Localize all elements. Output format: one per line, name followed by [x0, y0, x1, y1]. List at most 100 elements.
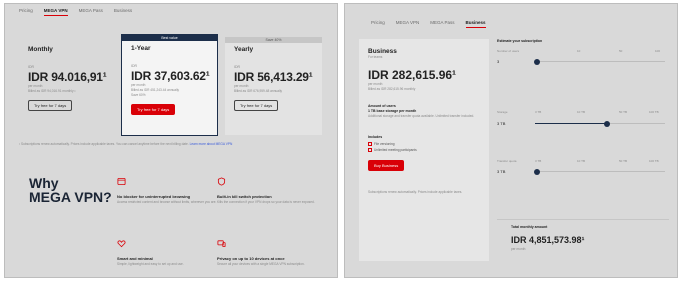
slider-tick: 10 TB	[577, 159, 585, 163]
buy-business-button[interactable]: Buy Business	[368, 160, 405, 171]
slider-value[interactable]: 3	[497, 59, 499, 64]
tab-mega-vpn[interactable]: MEGA VPN	[396, 20, 420, 28]
tab-business[interactable]: Business	[114, 8, 132, 16]
plan-subtitle: For teams	[368, 55, 383, 59]
slider-tick: 100 TB	[649, 110, 659, 114]
slider-value[interactable]: 3 TB	[497, 169, 505, 174]
feature-description: Secure all your devices with a single ME…	[217, 262, 305, 266]
slider-tick: 100	[655, 49, 661, 53]
total-price: IDR 4,851,573.98¹	[511, 235, 585, 245]
slider-handle[interactable]	[534, 58, 540, 65]
include-item: Unlimited meeting participants	[368, 148, 489, 152]
slider-value[interactable]: 3 TB	[497, 121, 505, 126]
pricing-footnote: ¹ Subscriptions renew automatically. Pri…	[19, 142, 319, 148]
feature-title: No blocker for uninterrupted browsing	[117, 194, 191, 199]
plan-card-yearly: Save 40% Yearly IDR IDR 56,413.29¹ per m…	[225, 37, 322, 135]
tab-pricing[interactable]: Pricing	[371, 20, 385, 28]
plan-banner-label: Best value	[161, 36, 178, 40]
feature-multi-device: Privacy on up to 10 devices at once Secu…	[217, 238, 317, 267]
plan-price: IDR 56,413.29¹	[234, 70, 313, 84]
why-line-1: Why	[29, 175, 59, 191]
try-free-button[interactable]: Try free for 7 days	[234, 100, 279, 111]
plan-currency: IDR	[234, 65, 241, 69]
plan-price: IDR 282,615.96¹	[368, 68, 457, 82]
subscription-estimator: Estimate your subscription Number of use…	[497, 39, 669, 251]
total-label: Total monthly amount	[511, 225, 548, 229]
include-text: Unlimited meeting participants	[374, 148, 417, 152]
feature-description: Access restricted content and browse wit…	[117, 200, 217, 204]
include-text: File versioning	[374, 142, 395, 146]
slider-tick: 3 TB	[535, 159, 542, 163]
slider-tick: 50 TB	[619, 110, 627, 114]
business-footnote: Subscriptions renew automatically. Price…	[368, 190, 463, 194]
devices-icon	[217, 240, 226, 248]
slider-fill	[535, 122, 607, 125]
plan-banner: Best value	[122, 35, 217, 41]
slider-tick: 10 TB	[577, 110, 585, 114]
feature-description: Simple, lightweight and easy to set up a…	[117, 262, 184, 266]
footnote-text: ¹ Subscriptions renew automatically. Pri…	[19, 142, 189, 146]
slider-tick: 3 TB	[535, 110, 542, 114]
estimator-heading: Estimate your subscription	[497, 39, 543, 43]
plan-card-monthly: Monthly IDR IDR 94.016,91¹ per month Bil…	[19, 37, 116, 135]
plan-savings: Save 60%	[131, 93, 146, 97]
feature-description: Kills the connection if your VPN drops s…	[217, 200, 315, 204]
checkbox-icon	[368, 148, 372, 152]
plan-banner: Save 40%	[225, 37, 322, 43]
slider-tick: 50 TB	[619, 159, 627, 163]
storage-description: Additional storage and transfer quota av…	[368, 114, 475, 118]
slider-label: Storage	[497, 110, 508, 114]
browser-icon	[117, 177, 126, 186]
plan-currency: IDR	[131, 64, 138, 68]
heart-icon	[117, 240, 126, 248]
feature-title: Privacy on up to 10 devices at once	[217, 256, 285, 261]
tab-business[interactable]: Business	[465, 20, 486, 28]
feature-title: Smart and minimal	[117, 256, 153, 261]
slider-handle[interactable]	[534, 168, 540, 175]
plan-title: 1-Year	[131, 45, 151, 52]
vpn-pricing-screenshot: Pricing MEGA VPN MEGA Pass Business Mont…	[4, 3, 338, 278]
plan-title: Monthly	[28, 46, 53, 53]
plan-billing: Billed as IDR 282,615.96 monthly	[368, 87, 416, 91]
feature-no-blocker: No blocker for uninterrupted browsing Ac…	[117, 176, 217, 205]
include-item: File versioning	[368, 142, 489, 146]
slider-label: Transfer quota	[497, 159, 517, 163]
plan-card-1-year[interactable]: Best value 1-Year IDR IDR 37,603.62¹ per…	[121, 34, 218, 136]
feature-smart-minimal: Smart and minimal Simple, lightweight an…	[117, 238, 217, 267]
learn-more-link[interactable]: Learn more about MEGA VPN	[190, 142, 233, 146]
tab-mega-pass[interactable]: MEGA Pass	[79, 8, 103, 16]
slider-track[interactable]	[535, 171, 665, 172]
plan-price: IDR 94.016,91¹	[28, 70, 107, 84]
slider-track[interactable]	[535, 61, 665, 62]
why-line-2: MEGA VPN?	[29, 189, 112, 205]
plan-banner-label: Save 40%	[265, 38, 282, 42]
try-free-button[interactable]: Try free for 7 days	[131, 104, 176, 115]
plan-title: Business	[368, 48, 397, 55]
plan-billing: Billed as IDR 94,016.91 monthly •	[28, 89, 76, 93]
slider-tick: 100 TB	[649, 159, 659, 163]
slider-handle[interactable]	[604, 120, 610, 127]
tab-pricing[interactable]: Pricing	[19, 8, 33, 16]
feature-kill-switch: Built-in kill switch protection Kills th…	[217, 176, 317, 205]
feature-title: Built-in kill switch protection	[217, 194, 272, 199]
plan-price: IDR 37,603.62¹	[131, 69, 210, 83]
tab-mega-vpn[interactable]: MEGA VPN	[43, 8, 68, 16]
total-period: per month	[511, 247, 526, 251]
top-tabs: Pricing MEGA VPN MEGA Pass Business	[19, 8, 132, 16]
plan-currency: IDR	[28, 65, 35, 69]
business-plan-card: Business For teams IDR 282,615.96¹ per m…	[359, 39, 489, 261]
why-heading: Why MEGA VPN?	[29, 176, 112, 204]
tab-mega-pass[interactable]: MEGA Pass	[430, 20, 454, 28]
slider-tick: 10	[577, 49, 581, 53]
slider-label: Number of users	[497, 49, 520, 53]
checkbox-icon	[368, 142, 372, 146]
includes-label: Includes	[368, 135, 383, 139]
business-pricing-screenshot: Pricing MEGA VPN MEGA Pass Business Busi…	[344, 3, 678, 278]
slider-tick: 50	[619, 49, 623, 53]
plan-billing: Billed as IDR 676,959.48 annually	[234, 89, 283, 93]
top-tabs: Pricing MEGA VPN MEGA Pass Business	[371, 20, 486, 28]
divider	[497, 219, 669, 220]
try-free-button[interactable]: Try free for 7 days	[28, 100, 73, 111]
plan-title: Yearly	[234, 46, 254, 53]
shield-icon	[217, 177, 226, 186]
